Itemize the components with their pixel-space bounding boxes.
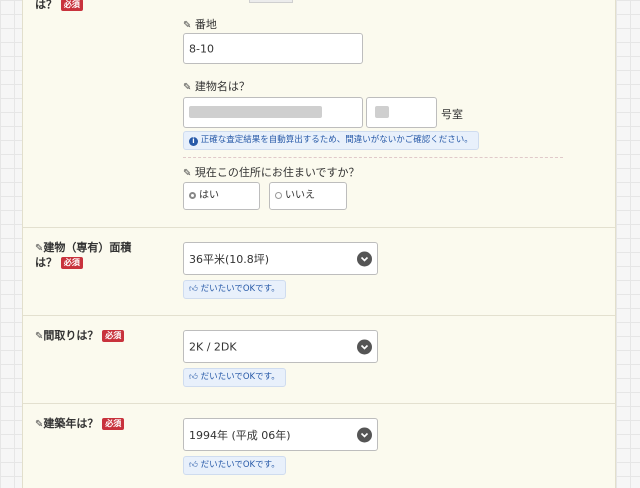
area-hint: 👍︎ だいたいでOKです。	[183, 280, 286, 299]
thumbs-up-icon: 👍︎	[189, 372, 198, 382]
built-year-select[interactable]: 1994年 (平成 06年)	[183, 418, 378, 451]
residence-option-yes[interactable]: はい	[183, 182, 260, 210]
chevron-down-icon	[357, 427, 372, 442]
pencil-icon: ✎	[183, 82, 192, 93]
partial-control	[249, 0, 293, 3]
banchi-label-text: 番地	[194, 18, 217, 31]
layout-selected-value: 2K / 2DK	[189, 340, 237, 353]
area-label-text-2: は？	[35, 256, 57, 269]
info-note: i 正確な査定結果を自動算出するため、間違いがないかご確認ください。	[183, 131, 479, 150]
layout-label: ✎間取りは？ 必須	[35, 329, 125, 344]
section-divider	[23, 403, 615, 404]
masked-building-name	[189, 106, 322, 118]
chevron-down-icon	[357, 339, 372, 354]
building-label-text: 建物名は？	[194, 80, 250, 93]
required-badge: 必須	[60, 0, 83, 11]
pencil-icon: ✎	[183, 168, 192, 179]
hint-text: だいたいでOKです。	[200, 460, 280, 470]
banchi-input[interactable]: 8-10	[183, 33, 363, 64]
layout-hint: 👍︎ だいたいでOKです。	[183, 368, 286, 387]
radio-selected-icon	[189, 191, 196, 199]
thumbs-up-icon: 👍︎	[189, 284, 198, 294]
building-label: ✎ 建物名は？	[183, 78, 250, 94]
room-suffix: 号室	[441, 108, 463, 121]
chevron-down-icon	[357, 251, 372, 266]
layout-label-text: 間取りは？	[43, 329, 99, 342]
thumbs-up-icon: 👍︎	[189, 460, 198, 470]
built-year-label-text: 建築年は？	[43, 417, 99, 430]
radio-unselected-icon	[275, 191, 282, 199]
built-year-label: ✎建築年は？ 必須	[35, 417, 125, 432]
option-label: いいえ	[285, 190, 315, 201]
residence-label: ✎ 現在この住所にお住まいですか？	[183, 164, 360, 180]
building-name-input[interactable]	[183, 97, 363, 128]
label-text: は？	[35, 0, 57, 11]
layout-select[interactable]: 2K / 2DK	[183, 330, 378, 363]
option-label: はい	[199, 190, 219, 201]
required-badge: 必須	[102, 418, 125, 430]
info-icon: i	[189, 137, 198, 146]
built-year-selected-value: 1994年 (平成 06年)	[189, 428, 291, 442]
required-badge: 必須	[60, 257, 83, 269]
area-select[interactable]: 36平米(10.8坪)	[183, 242, 378, 275]
banchi-value: 8-10	[189, 42, 214, 55]
area-label: ✎建物（専有）面積 は？ 必須	[35, 241, 131, 270]
section-divider	[23, 227, 615, 228]
divider	[183, 157, 563, 158]
address-field-label: は？ 必須	[35, 0, 83, 12]
residence-option-no[interactable]: いいえ	[269, 182, 347, 210]
form-panel: は？ 必須 ✎ 番地 8-10 ✎ 建物名は？ 号室 i 正確な査定結果を自動算…	[22, 0, 616, 488]
built-year-hint: 👍︎ だいたいでOKです。	[183, 456, 286, 475]
masked-room-number	[375, 106, 389, 118]
pencil-icon: ✎	[183, 20, 192, 31]
area-selected-value: 36平米(10.8坪)	[189, 252, 270, 266]
hint-text: だいたいでOKです。	[200, 284, 280, 294]
banchi-label: ✎ 番地	[183, 16, 217, 32]
section-divider	[23, 315, 615, 316]
area-label-text: 建物（専有）面積	[43, 241, 132, 254]
room-number-input[interactable]	[366, 97, 437, 128]
required-badge: 必須	[102, 330, 125, 342]
residence-label-text: 現在この住所にお住まいですか？	[194, 166, 360, 179]
info-note-text: 正確な査定結果を自動算出するため、間違いがないかご確認ください。	[200, 135, 473, 145]
hint-text: だいたいでOKです。	[200, 372, 280, 382]
